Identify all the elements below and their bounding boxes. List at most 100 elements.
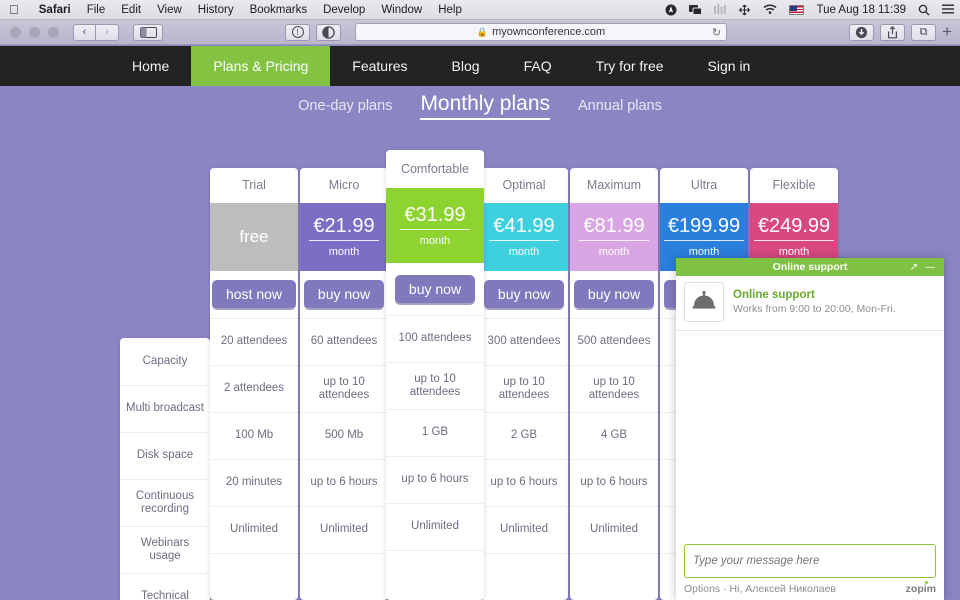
close-window-button[interactable]	[10, 26, 21, 38]
plan-feature-value: 100 Mb	[210, 412, 298, 459]
maximize-window-button[interactable]	[48, 26, 59, 38]
exclamation-icon: !	[291, 26, 304, 38]
chat-minimize-icon[interactable]: —	[925, 262, 935, 273]
plan-price-period: month	[688, 246, 720, 259]
zopim-brand-label[interactable]: zopim	[906, 580, 936, 595]
plan-price-block: €81.99 month	[570, 202, 658, 271]
chat-titlebar[interactable]: Online support ↗ —	[676, 258, 944, 276]
plan-feature-value: Unlimited	[300, 506, 388, 553]
plan-price-period: month	[328, 246, 360, 259]
nav-item-home[interactable]: Home	[110, 46, 191, 86]
apple-menu-icon[interactable]: 	[9, 3, 19, 16]
chat-input-wrapper	[676, 538, 944, 580]
chat-titlebar-label: Online support	[772, 261, 848, 273]
downloads-button[interactable]	[849, 23, 875, 41]
plan-price-block: free	[210, 202, 298, 271]
display-icon[interactable]	[683, 4, 708, 16]
menu-edit[interactable]: Edit	[113, 4, 149, 16]
plan-cta-button[interactable]: buy now	[394, 275, 476, 303]
us-flag-icon[interactable]	[783, 4, 810, 15]
nav-item-plans-pricing[interactable]: Plans & Pricing	[191, 46, 331, 86]
reader-privacy-group: !	[285, 23, 342, 41]
menubar-clock[interactable]: Tue Aug 18 11:39	[810, 4, 912, 16]
nav-item-features[interactable]: Features	[330, 46, 429, 86]
address-bar-url: myownconference.com	[492, 26, 606, 38]
plan-feature-value: up to 10 attendees	[480, 365, 568, 412]
address-bar[interactable]: 🔒 myownconference.com ↻	[355, 23, 728, 41]
nav-item-faq[interactable]: FAQ	[502, 46, 574, 86]
plan-cta-button[interactable]: host now	[211, 280, 297, 309]
menu-safari[interactable]: Safari	[31, 4, 79, 16]
tab-one-day-plans[interactable]: One-day plans	[298, 98, 392, 114]
window-controls[interactable]	[10, 26, 59, 38]
tab-annual-plans[interactable]: Annual plans	[578, 98, 662, 114]
tab-monthly-plans[interactable]: Monthly plans	[420, 92, 551, 120]
plan-price-period: month	[778, 246, 810, 259]
new-tab-button[interactable]: +	[942, 22, 952, 42]
plan-cta-button[interactable]: buy now	[573, 280, 655, 309]
plan-cta-button[interactable]: buy now	[303, 280, 385, 309]
network-icon[interactable]	[732, 4, 757, 16]
privacy-report-button[interactable]	[316, 23, 342, 41]
plan-price-period: month	[508, 246, 540, 259]
plan-name: Maximum	[586, 178, 642, 193]
location-arrow-icon[interactable]	[659, 4, 683, 16]
plan-price-block: €31.99 month	[386, 188, 484, 263]
plan-cta-area: buy now	[386, 263, 484, 315]
plan-price-period: month	[598, 246, 630, 259]
plan-feature-value	[300, 553, 388, 600]
plan-cta-area: buy now	[300, 271, 388, 318]
plan-feature-value: 2 attendees	[210, 365, 298, 412]
plan-feature-value	[480, 553, 568, 600]
chat-header-text: Online support Works from 9:00 to 20:00,…	[733, 289, 896, 315]
show-tabs-button[interactable]: ⧉	[911, 23, 937, 41]
navigation-buttons: ‹ ›	[73, 23, 119, 41]
menu-bookmarks[interactable]: Bookmarks	[242, 4, 316, 16]
chat-expand-icon[interactable]: ↗	[910, 262, 918, 273]
online-support-chat-widget[interactable]: Online support ↗ — Online support Works …	[676, 258, 944, 600]
menu-develop[interactable]: Develop	[315, 4, 373, 16]
chat-hours: Works from 9:00 to 20:00, Mon-Fri.	[733, 303, 896, 315]
plan-feature-value: up to 10 attendees	[300, 365, 388, 412]
chat-options-link[interactable]: Options	[684, 583, 720, 595]
plan-feature-value: 20 minutes	[210, 459, 298, 506]
chat-message-area	[676, 331, 944, 538]
plan-feature-value: 60 attendees	[300, 318, 388, 365]
plan-price: €31.99	[400, 204, 470, 230]
share-button[interactable]	[880, 23, 906, 41]
nav-item-blog[interactable]: Blog	[430, 46, 502, 86]
notification-center-icon[interactable]	[936, 4, 960, 15]
back-button[interactable]: ‹	[73, 23, 96, 41]
nav-item-try-for-free[interactable]: Try for free	[574, 46, 686, 86]
menu-history[interactable]: History	[190, 4, 242, 16]
plan-name: Optimal	[502, 178, 546, 193]
spotlight-search-icon[interactable]	[912, 4, 936, 16]
plan-feature-value: 4 GB	[570, 412, 658, 459]
wifi-icon[interactable]	[757, 4, 783, 15]
plan-cta-button[interactable]: buy now	[483, 280, 565, 309]
plan-price: free	[239, 226, 269, 246]
menu-window[interactable]: Window	[373, 4, 430, 16]
plan-cta-area: buy now	[570, 271, 658, 318]
forward-button[interactable]: ›	[96, 23, 119, 41]
plan-price: €199.99	[663, 215, 745, 242]
sidebar-toggle-button[interactable]	[133, 23, 163, 41]
chat-message-input[interactable]	[684, 544, 936, 578]
plan-price: €81.99	[579, 215, 649, 242]
reload-button[interactable]: ↻	[712, 26, 721, 39]
plan-price: €21.99	[309, 215, 379, 242]
plan-feature-value	[386, 550, 484, 597]
reader-view-button[interactable]: !	[285, 23, 311, 41]
menu-view[interactable]: View	[149, 4, 190, 16]
equalizer-icon[interactable]	[708, 4, 732, 15]
plan-feature-value: up to 6 hours	[386, 456, 484, 503]
nav-item-sign-in[interactable]: Sign in	[686, 46, 773, 86]
minimize-window-button[interactable]	[29, 26, 40, 38]
chat-header: Online support Works from 9:00 to 20:00,…	[676, 276, 944, 331]
plan-feature-value: up to 10 attendees	[570, 365, 658, 412]
plan-cta-area: buy now	[480, 271, 568, 318]
menu-file[interactable]: File	[79, 4, 114, 16]
plan-cta-area: host now	[210, 271, 298, 318]
plan-feature-value: up to 10 attendees	[386, 362, 484, 409]
menu-help[interactable]: Help	[430, 4, 470, 16]
